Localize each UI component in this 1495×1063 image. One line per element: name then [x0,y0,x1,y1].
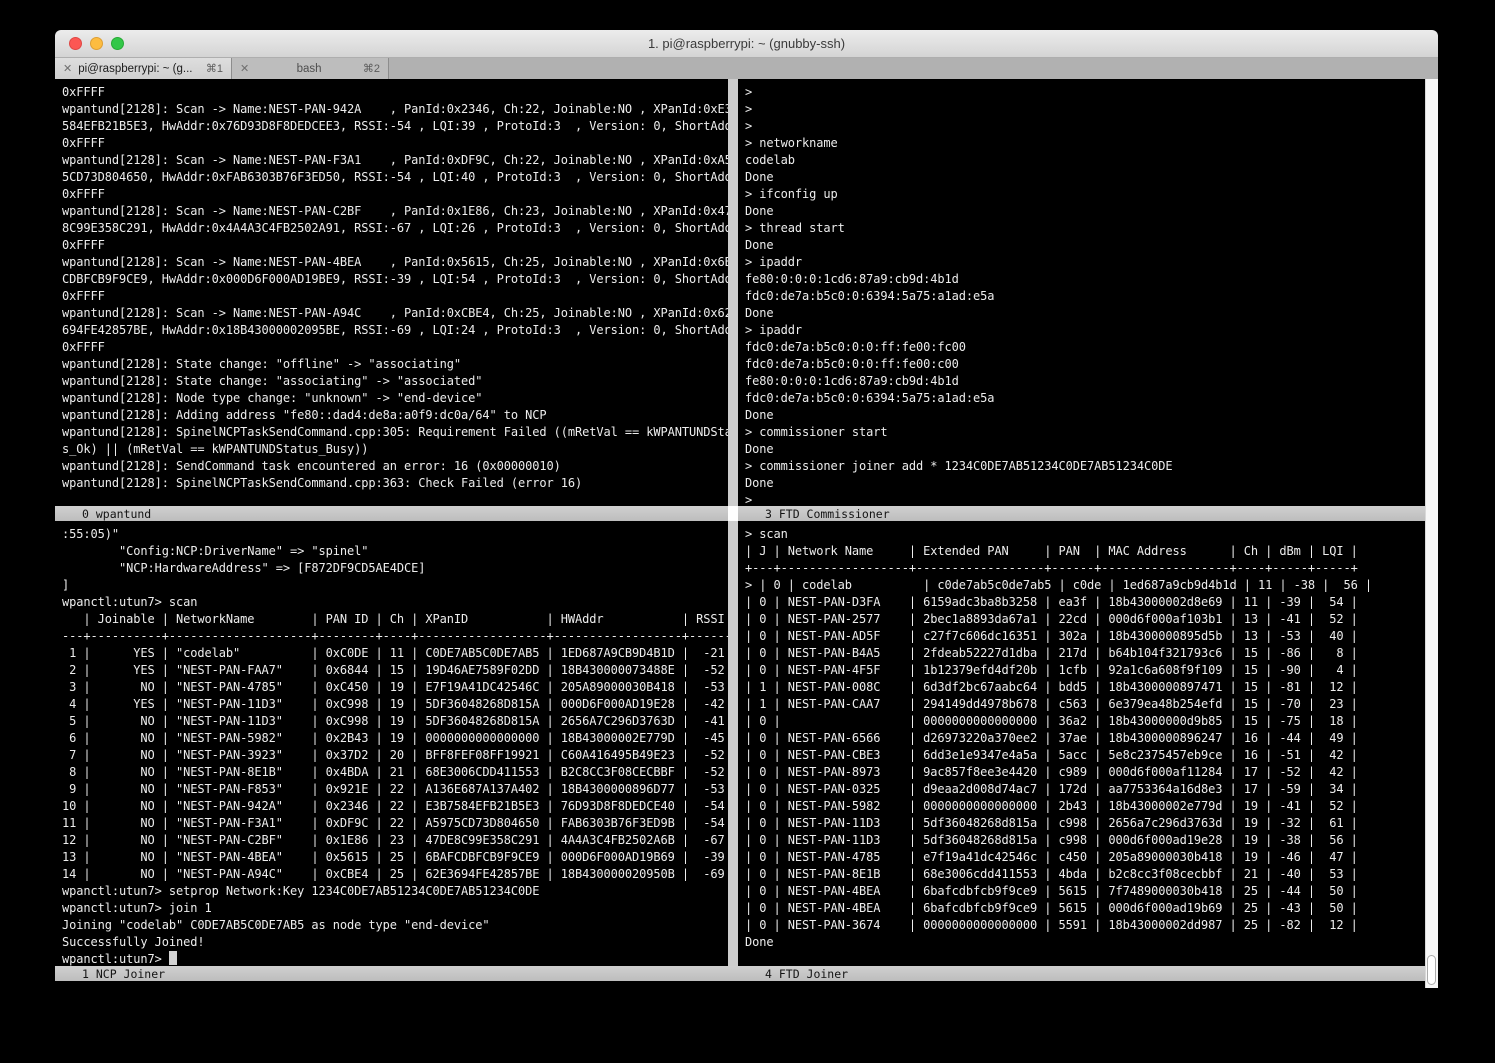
close-tab-icon[interactable]: ✕ [240,62,249,75]
close-tab-icon[interactable]: ✕ [63,62,72,75]
window-titlebar[interactable]: 1. pi@raspberrypi: ~ (gnubby-ssh) [55,30,1438,58]
wpantund-log-text: 0xFFFF wpantund[2128]: Scan -> Name:NEST… [55,79,728,492]
window-title: 1. pi@raspberrypi: ~ (gnubby-ssh) [55,30,1438,57]
pane-title-wpantund: 0 wpantund [55,506,728,521]
pane-title-gap [728,506,738,521]
ncp-joiner-text: :55:05)" "Config:NCP:DriverName" => "spi… [55,521,728,966]
scrollbar[interactable] [1425,79,1438,988]
ftd-joiner-text: > scan | J | Network Name | Extended PAN… [738,521,1425,951]
pane-title-label: 0 wpantund [55,507,151,521]
tab-ssh-session[interactable]: ✕ pi@raspberrypi: ~ (g... ⌘1 [55,58,232,79]
terminal-cursor [169,951,177,965]
scrollbar-thumb[interactable] [1427,955,1436,985]
pane-divider-bottom[interactable] [728,521,738,966]
pane-title-bottom-bar: 1 NCP Joiner 4 FTD Joiner [55,966,1425,981]
pane-title-ftd-commissioner: 3 FTD Commissioner [738,506,1425,521]
tab-bar: ✕ pi@raspberrypi: ~ (g... ⌘1 ✕ bash ⌘2 [55,58,1438,80]
pane-title-ftd-joiner: 4 FTD Joiner [738,967,848,981]
tab-bash[interactable]: ✕ bash ⌘2 [232,58,389,79]
tab-shortcut: ⌘2 [363,62,380,75]
pane-ftd-joiner[interactable]: > scan | J | Network Name | Extended PAN… [738,521,1425,966]
tab-label: pi@raspberrypi: ~ (g... [78,63,192,75]
pane-title-ncp-joiner: 1 NCP Joiner [55,967,165,981]
terminal-window: 1. pi@raspberrypi: ~ (gnubby-ssh) ✕ pi@r… [55,30,1438,988]
ftd-commissioner-text: > > > > networkname codelab Done > ifcon… [738,79,1425,506]
desktop-background: 1. pi@raspberrypi: ~ (gnubby-ssh) ✕ pi@r… [0,0,1495,1063]
pane-wpantund[interactable]: 0xFFFF wpantund[2128]: Scan -> Name:NEST… [55,79,728,506]
tab-shortcut: ⌘1 [206,62,223,75]
tmux-session: 0xFFFF wpantund[2128]: Scan -> Name:NEST… [55,79,1438,988]
tab-label: bash [255,63,363,75]
pane-divider-top[interactable] [728,79,738,506]
pane-ncp-joiner[interactable]: :55:05)" "Config:NCP:DriverName" => "spi… [55,521,728,966]
pane-ftd-commissioner[interactable]: > > > > networkname codelab Done > ifcon… [738,79,1425,506]
pane-title-label: 3 FTD Commissioner [738,507,890,521]
